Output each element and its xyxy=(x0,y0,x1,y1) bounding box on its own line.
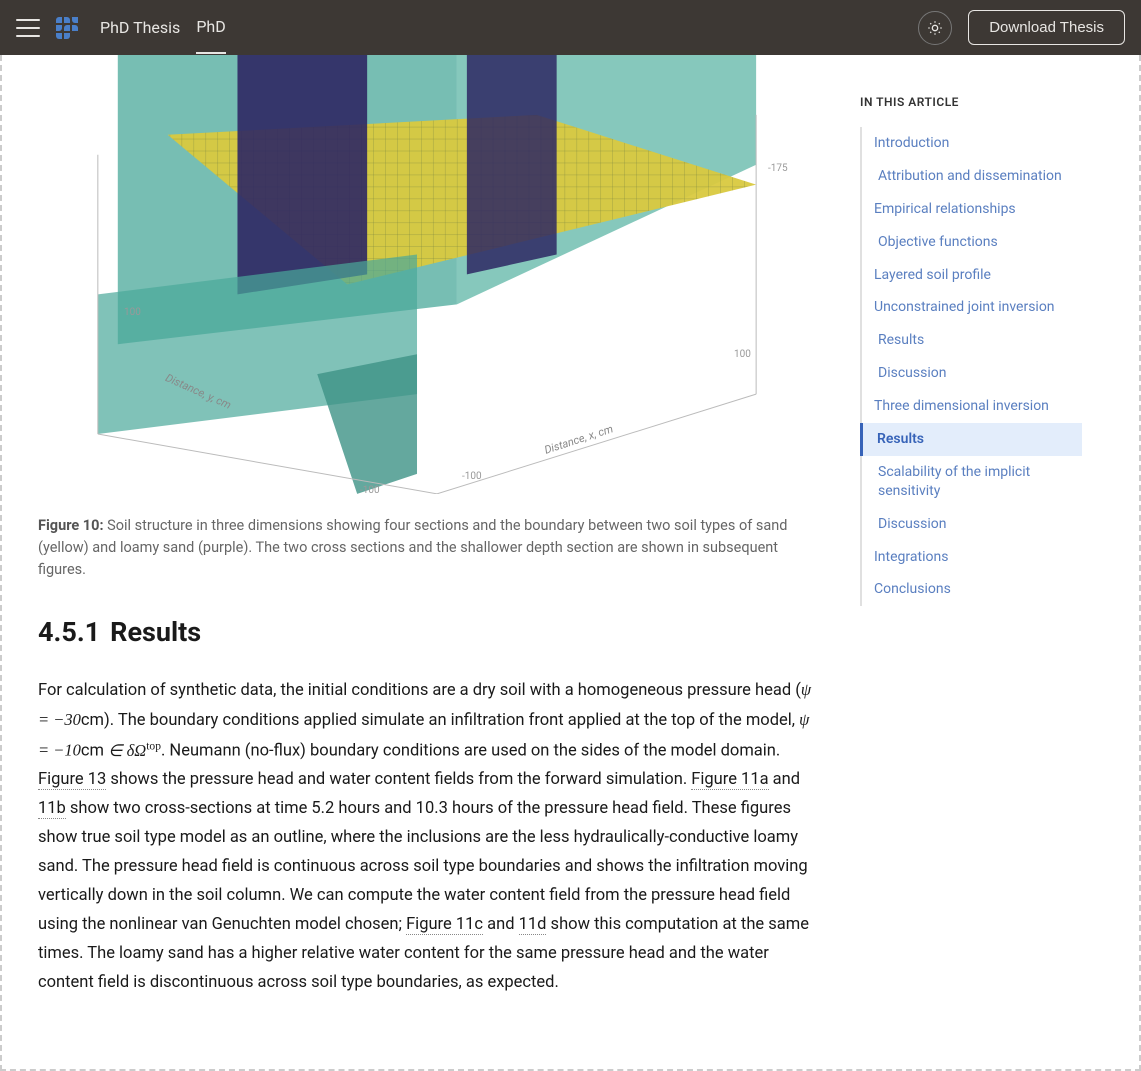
axis-tick: 100 xyxy=(124,307,141,318)
topbar: PhD Thesis PhD Download Thesis xyxy=(0,0,1141,55)
figure-caption-text: Soil structure in three dimensions showi… xyxy=(38,517,787,578)
text: show two cross-sections at time 5.2 hour… xyxy=(38,799,808,934)
toc-item[interactable]: Results xyxy=(862,324,1082,357)
theme-toggle-button[interactable] xyxy=(918,11,952,45)
text: cm). The boundary conditions applied sim… xyxy=(81,711,799,730)
section-number: 4.5.1 xyxy=(38,616,100,648)
section-heading: 4.5.1 Results xyxy=(38,616,816,648)
toc-item[interactable]: Discussion xyxy=(862,357,1082,390)
toc-item[interactable]: Results xyxy=(860,423,1082,456)
figure-link-11c[interactable]: Figure 11c xyxy=(406,915,483,935)
toc-item[interactable]: Introduction xyxy=(862,127,1082,160)
toc-item[interactable]: Attribution and dissemination xyxy=(862,160,1082,193)
axis-tick: -100 xyxy=(462,471,482,482)
toc-item[interactable]: Discussion xyxy=(862,508,1082,541)
toc-item[interactable]: Integrations xyxy=(862,541,1082,574)
figure-link-11a[interactable]: Figure 11a xyxy=(691,770,768,790)
toc-list: IntroductionAttribution and disseminatio… xyxy=(860,127,1082,606)
toc-item[interactable]: Conclusions xyxy=(862,573,1082,606)
logo-icon[interactable] xyxy=(56,14,84,42)
text: and xyxy=(483,915,519,934)
toc-item[interactable]: Layered soil profile xyxy=(862,259,1082,292)
axis-tick: -100 xyxy=(360,485,380,495)
text: cm xyxy=(81,742,108,761)
text: . Neumann (no-flux) boundary conditions … xyxy=(161,742,780,761)
figure-link-11d[interactable]: 11d xyxy=(519,915,547,935)
body-paragraph: For calculation of synthetic data, the i… xyxy=(38,676,816,997)
toc-item[interactable]: Empirical relationships xyxy=(862,193,1082,226)
sun-icon xyxy=(927,20,943,36)
nav-link-thesis[interactable]: PhD Thesis xyxy=(100,2,180,53)
toc-heading: IN THIS ARTICLE xyxy=(860,95,1082,109)
section-title: Results xyxy=(110,616,201,648)
equation: ∈ δΩtop xyxy=(108,741,161,760)
toc-item[interactable]: Unconstrained joint inversion xyxy=(862,291,1082,324)
table-of-contents: IN THIS ARTICLE IntroductionAttribution … xyxy=(852,55,1102,1069)
figure-label: Figure 10: xyxy=(38,517,104,534)
figure-image: Distance, y, cm Distance, x, cm 100 -100… xyxy=(38,55,816,495)
toc-item[interactable]: Three dimensional inversion xyxy=(862,390,1082,423)
figure-link-13[interactable]: Figure 13 xyxy=(38,770,106,790)
main-content: Distance, y, cm Distance, x, cm 100 -100… xyxy=(2,55,852,1069)
download-button[interactable]: Download Thesis xyxy=(968,10,1125,45)
text: For calculation of synthetic data, the i… xyxy=(38,681,801,700)
axis-tick: -175 xyxy=(768,163,788,174)
figure-caption: Figure 10: Soil structure in three dimen… xyxy=(38,515,816,580)
toc-item[interactable]: Objective functions xyxy=(862,226,1082,259)
text: and xyxy=(769,770,801,789)
3d-plot-svg xyxy=(38,55,816,494)
nav-link-phd[interactable]: PhD xyxy=(196,1,225,54)
axis-tick: 100 xyxy=(734,349,751,360)
menu-icon[interactable] xyxy=(16,19,40,37)
figure-link-11b[interactable]: 11b xyxy=(38,799,66,819)
figure-10: Distance, y, cm Distance, x, cm 100 -100… xyxy=(38,55,816,580)
toc-item[interactable]: Scalability of the implicit sensitivity xyxy=(862,456,1082,508)
text: shows the pressure head and water conten… xyxy=(106,770,691,789)
